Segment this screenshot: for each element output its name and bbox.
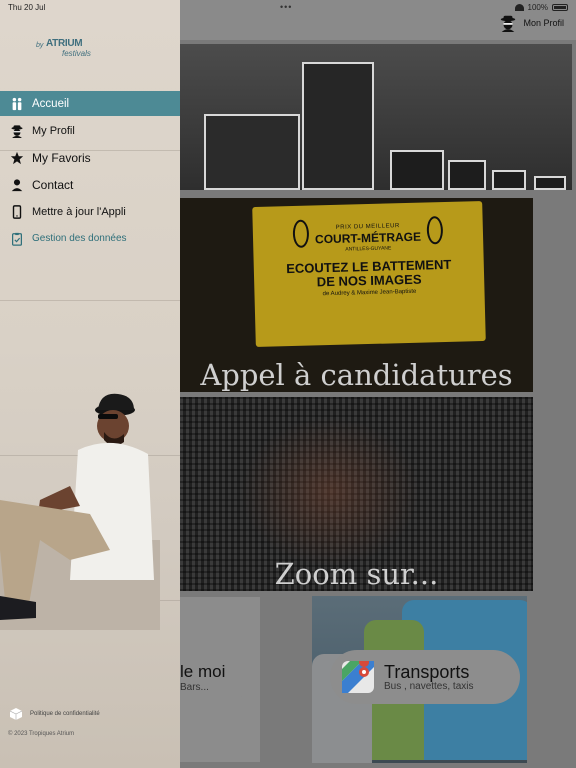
menu-label: My Profil xyxy=(32,124,75,137)
status-bar-right: 100% xyxy=(514,3,568,12)
box-icon xyxy=(10,708,22,720)
menu-label: Contact xyxy=(32,177,74,192)
side-drawer: Thu 20 Jul by ATRIUM festivals Accueil M… xyxy=(0,0,180,768)
atrium-festivals-logo: by ATRIUM festivals xyxy=(36,38,106,60)
spy-avatar-icon xyxy=(11,124,23,138)
menu-label: Mettre à jour l'Appli xyxy=(32,205,126,218)
clipboard-check-icon xyxy=(12,232,22,246)
appel-candidatures-card[interactable]: PRIX DU MEILLEUR COURT-MÉTRAGE ANTILLES-… xyxy=(180,198,533,392)
menu-item-mettre-a-jour[interactable]: Mettre à jour l'Appli xyxy=(0,199,180,224)
profile-label: Mon Profil xyxy=(523,18,564,28)
award-poster: PRIX DU MEILLEUR COURT-MÉTRAGE ANTILLES-… xyxy=(252,201,486,347)
star-icon xyxy=(10,151,24,164)
wifi-icon xyxy=(514,4,524,11)
transports-subtitle: Bus , navettes, taxis xyxy=(384,680,474,692)
logo-prefix: by xyxy=(36,42,44,49)
zoom-sur-card[interactable]: Zoom sur... xyxy=(180,397,533,591)
multitask-dots-icon[interactable]: ••• xyxy=(280,2,292,12)
menu-item-my-favoris[interactable]: My Favoris xyxy=(0,145,180,170)
phone-icon xyxy=(12,204,22,219)
copyright-text: © 2023 Tropiques Atrium xyxy=(8,731,75,737)
poster-headline: ECOUTEZ LE BATTEMENT DE NOS IMAGES xyxy=(254,257,485,291)
zoom-title: Zoom sur... xyxy=(274,557,439,591)
privacy-policy-label: Politique de confidentialité xyxy=(30,711,100,717)
battery-icon xyxy=(552,4,568,11)
transports-pill[interactable]: Transports Bus , navettes, taxis xyxy=(330,650,520,704)
privacy-policy-link[interactable]: Politique de confidentialité xyxy=(10,708,100,720)
bars-subtitle: Bars... xyxy=(180,682,209,693)
battery-percent: 100% xyxy=(527,3,548,12)
spy-avatar-icon xyxy=(501,15,516,32)
menu-item-my-profil[interactable]: My Profil xyxy=(0,118,180,143)
menu-item-gestion-donnees[interactable]: Gestion des données xyxy=(0,226,180,251)
profile-button[interactable]: Mon Profil xyxy=(499,14,564,32)
transports-title: Transports xyxy=(384,661,470,682)
person-icon xyxy=(11,178,23,191)
bars-title: le moi xyxy=(180,662,226,681)
menu-item-contact[interactable]: Contact xyxy=(0,172,180,197)
menu-label: Gestion des données xyxy=(32,233,127,244)
logo-brand: ATRIUM xyxy=(46,38,83,49)
drawer-hero-illustration xyxy=(0,393,160,630)
menu-label: Accueil xyxy=(32,97,70,110)
appel-title: Appel à candidatures xyxy=(200,358,513,392)
menu-label: My Favoris xyxy=(32,150,91,165)
maps-icon xyxy=(342,661,374,693)
gallery-photo-banner[interactable] xyxy=(180,44,572,190)
status-time: Thu 20 Jul xyxy=(8,3,46,12)
menu-item-accueil[interactable]: Accueil xyxy=(0,91,180,116)
logo-sub: festivals xyxy=(62,49,91,58)
people-icon xyxy=(12,97,22,110)
bars-label[interactable]: le moi Bars... xyxy=(180,650,252,702)
